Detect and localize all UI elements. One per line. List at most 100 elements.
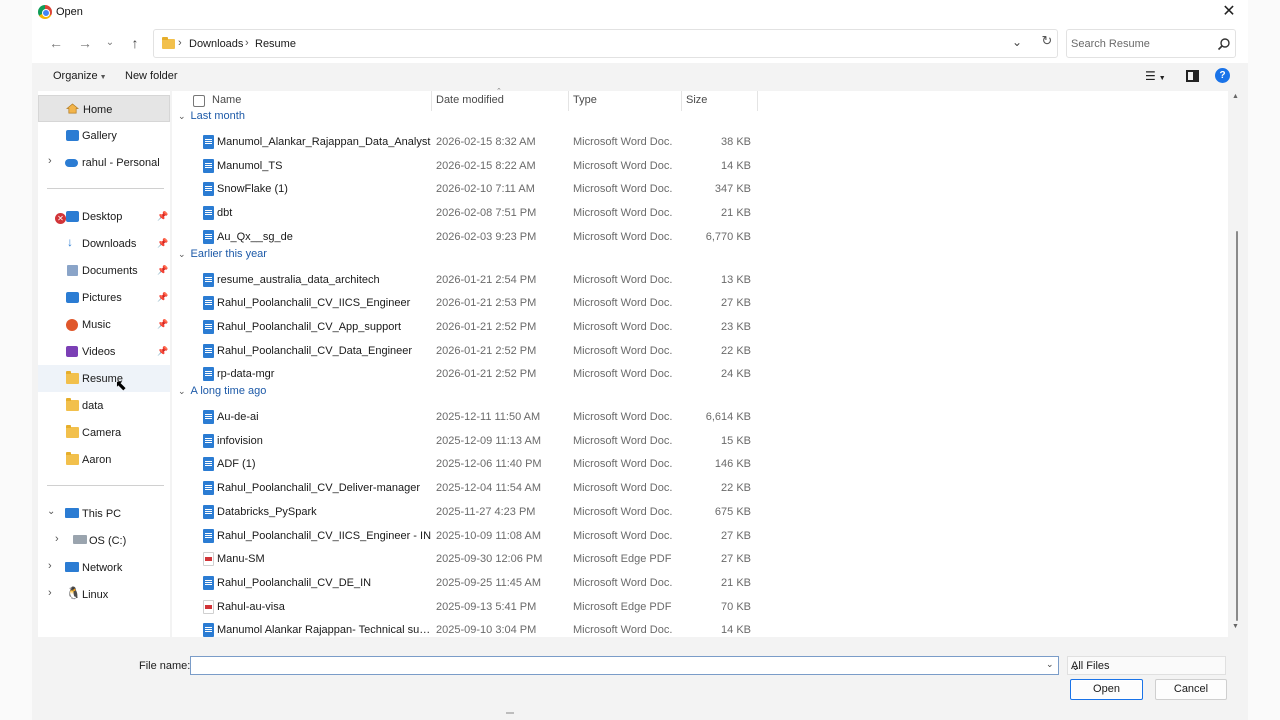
navigation-bar: ← → ⌄ ↑ › Downloads › Resume ⌄ ↻ Search …	[32, 25, 1248, 63]
column-header-size[interactable]: Size	[686, 94, 707, 106]
file-type: Microsoft Word Doc...	[573, 207, 673, 220]
close-icon[interactable]: ✕	[1221, 3, 1237, 21]
back-arrow-icon[interactable]: ←	[46, 33, 66, 53]
sidebar-item-pictures[interactable]: Pictures 📌	[38, 284, 170, 311]
sidebar-item-downloads[interactable]: ↓ Downloads 📌	[38, 230, 170, 257]
vertical-scrollbar[interactable]: ▲ ▼	[1232, 91, 1240, 637]
search-box[interactable]: Search Resume	[1066, 29, 1236, 58]
file-row[interactable]: Rahul_Poolanchalil_CV_DE_IN 2025-09-25 11…	[172, 572, 762, 595]
sidebar-item-onedrive[interactable]: › rahul - Personal	[38, 149, 170, 176]
view-options-icon[interactable]: ☰ ▼	[1145, 69, 1166, 83]
sidebar-item-network[interactable]: › Network	[38, 554, 170, 581]
file-row[interactable]: dbt 2026-02-08 7:51 PM Microsoft Word Doc.…	[172, 202, 762, 225]
file-name-dropdown-chevron-icon[interactable]: ⌄	[1046, 659, 1054, 670]
group-header[interactable]: ⌄ A long time ago	[178, 385, 266, 397]
search-input[interactable]: Search Resume	[1071, 38, 1150, 50]
file-row[interactable]: ADF (1) 2025-12-06 11:40 PM Microsoft Word…	[172, 453, 762, 476]
sidebar-item-os-c[interactable]: › OS (C:)	[38, 527, 170, 554]
chevron-down-icon[interactable]: ⌄	[178, 111, 186, 121]
file-type: Microsoft Word Doc...	[573, 344, 673, 357]
file-row[interactable]: infovision 2025-12-09 11:13 AM Microsoft W…	[172, 430, 762, 453]
file-date-modified: 2026-02-15 8:32 AM	[436, 136, 536, 148]
group-header[interactable]: ⌄ Earlier this year	[178, 248, 267, 260]
preview-pane-icon[interactable]	[1186, 70, 1199, 82]
file-row[interactable]: Manu-SM 2025-09-30 12:06 PM Microsoft Edge…	[172, 548, 762, 571]
file-row[interactable]: Rahul_Poolanchalil_CV_IICS_Engineer 2026-…	[172, 292, 762, 315]
pin-icon[interactable]: 📌	[157, 319, 168, 330]
refresh-icon[interactable]: ↻	[1039, 33, 1055, 49]
sidebar-item-data[interactable]: data	[38, 392, 170, 419]
select-all-checkbox[interactable]	[193, 95, 205, 107]
forward-arrow-icon[interactable]: →	[75, 33, 95, 53]
file-size: 21 KB	[721, 576, 751, 589]
file-row[interactable]: Manumol_Alankar_Rajappan_Data_Analyst 202…	[172, 131, 762, 154]
chevron-down-icon[interactable]: ⌄	[178, 249, 186, 259]
file-name-input[interactable]	[190, 656, 1059, 675]
sidebar-item-music[interactable]: Music 📌	[38, 311, 170, 338]
column-header-type[interactable]: Type	[573, 94, 597, 106]
group-header[interactable]: ⌄ Last month	[178, 110, 245, 122]
sidebar-item-resume[interactable]: Resume	[38, 365, 170, 392]
chevron-down-icon[interactable]: ⌄	[178, 386, 186, 396]
file-row[interactable]: rp-data-mgr 2026-01-21 2:52 PM Microsoft W…	[172, 363, 762, 386]
column-separator[interactable]	[431, 91, 432, 111]
scrollbar-thumb[interactable]	[1236, 231, 1238, 621]
sidebar-item-this-pc[interactable]: ⌄ This PC	[38, 500, 170, 527]
sidebar-item-aaron[interactable]: Aaron	[38, 446, 170, 473]
chevron-right-icon[interactable]: ›	[48, 560, 52, 572]
file-row[interactable]: Databricks_PySpark 2025-11-27 4:23 PM Micr…	[172, 501, 762, 524]
search-icon[interactable]	[1217, 37, 1231, 51]
chevron-right-icon[interactable]: ›	[48, 155, 52, 167]
chevron-down-icon[interactable]: ⌄	[47, 506, 55, 517]
scroll-down-arrow-icon[interactable]: ▼	[1232, 623, 1239, 630]
column-header-name[interactable]: Name	[212, 94, 241, 106]
open-button[interactable]: Open	[1070, 679, 1143, 700]
column-separator[interactable]	[568, 91, 569, 111]
sidebar-item-camera[interactable]: Camera	[38, 419, 170, 446]
column-separator[interactable]	[681, 91, 682, 111]
sidebar-item-home[interactable]: Home	[38, 95, 170, 122]
address-dropdown-chevron-icon[interactable]: ⌄	[1012, 35, 1022, 49]
file-row[interactable]: Rahul_Poolanchalil_CV_Deliver-manager 202…	[172, 477, 762, 500]
file-row[interactable]: Au-de-ai 2025-12-11 11:50 AM Microsoft Wor…	[172, 406, 762, 429]
file-date-modified: 2025-10-09 11:08 AM	[436, 529, 541, 542]
file-row[interactable]: SnowFlake (1) 2026-02-10 7:11 AM Microsoft…	[172, 178, 762, 201]
resize-grip[interactable]	[506, 712, 514, 714]
sidebar-item-gallery[interactable]: Gallery	[38, 122, 170, 149]
pin-icon[interactable]: 📌	[157, 292, 168, 303]
organize-button[interactable]: Organize ▼	[53, 70, 107, 82]
sidebar-divider	[47, 188, 164, 189]
address-bar[interactable]: › Downloads › Resume ⌄	[153, 29, 1058, 58]
file-row[interactable]: Au_Qx__sg_de 2026-02-03 9:23 PM Microsoft …	[172, 226, 762, 249]
breadcrumb-downloads[interactable]: Downloads	[189, 38, 243, 50]
sidebar-item-documents[interactable]: Documents 📌	[38, 257, 170, 284]
chevron-right-icon[interactable]: ›	[55, 533, 59, 545]
file-row[interactable]: Rahul_Poolanchalil_CV_Data_Engineer 2026-…	[172, 340, 762, 363]
file-row[interactable]: Rahul-au-visa 2025-09-13 5:41 PM Microsoft…	[172, 596, 762, 619]
column-header-date[interactable]: Date modified	[436, 94, 504, 106]
file-row[interactable]: resume_australia_data_architech 2026-01-2…	[172, 269, 762, 292]
pin-icon[interactable]: 📌	[157, 211, 168, 222]
new-folder-button[interactable]: New folder	[125, 70, 178, 82]
pdf-file-icon	[203, 552, 214, 567]
chevron-down-icon[interactable]: ⌄	[1071, 660, 1080, 673]
file-type-select[interactable]: All Files ⌄	[1067, 656, 1226, 675]
column-separator[interactable]	[757, 91, 758, 111]
recent-locations-chevron-icon[interactable]: ⌄	[100, 33, 120, 53]
sidebar-item-videos[interactable]: Videos 📌	[38, 338, 170, 365]
cancel-button[interactable]: Cancel	[1155, 679, 1227, 700]
help-icon[interactable]: ?	[1215, 68, 1230, 83]
breadcrumb-resume[interactable]: Resume	[255, 38, 296, 50]
pin-icon[interactable]: 📌	[157, 265, 168, 276]
file-row[interactable]: Rahul_Poolanchalil_CV_App_support 2026-01…	[172, 316, 762, 339]
up-arrow-icon[interactable]: ↑	[125, 33, 145, 53]
file-row[interactable]: Rahul_Poolanchalil_CV_IICS_Engineer - IN…	[172, 525, 762, 548]
sidebar-item-linux[interactable]: › 🐧 Linux	[38, 581, 170, 608]
pin-icon[interactable]: 📌	[157, 238, 168, 249]
sidebar-item-label: Documents	[82, 265, 138, 277]
file-row[interactable]: Manumol_TS 2026-02-15 8:22 AM Microsoft Wo…	[172, 155, 762, 178]
scroll-up-arrow-icon[interactable]: ▲	[1232, 93, 1239, 100]
chevron-right-icon[interactable]: ›	[48, 587, 52, 599]
organize-caret-icon: ▼	[99, 74, 107, 81]
pin-icon[interactable]: 📌	[157, 346, 168, 357]
